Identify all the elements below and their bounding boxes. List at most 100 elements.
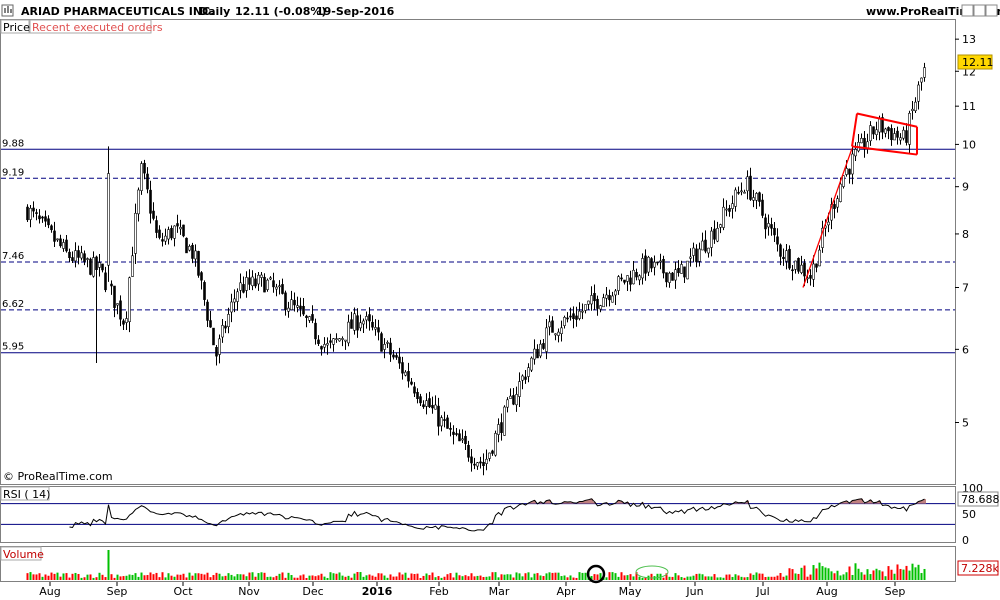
candle-body (197, 251, 200, 276)
volume-bar (725, 574, 728, 580)
candle-body (170, 227, 173, 239)
volume-bar (872, 570, 875, 580)
candle-body (176, 223, 179, 227)
candle[interactable] (338, 337, 341, 342)
level-label: 9.19 (2, 167, 24, 178)
candle-body (740, 190, 743, 193)
candle[interactable] (671, 272, 674, 281)
volume-bar (416, 573, 419, 580)
candle[interactable] (212, 327, 215, 346)
candle[interactable] (26, 204, 29, 222)
volume-bar (575, 577, 578, 580)
candle[interactable] (89, 257, 92, 276)
volume-bar (728, 574, 731, 580)
volume-bar (425, 573, 428, 580)
candle-body (200, 272, 203, 281)
candle[interactable] (788, 245, 791, 270)
candle-body (497, 424, 500, 435)
candle-body (185, 237, 188, 254)
candle[interactable] (380, 331, 383, 352)
volume-bar (890, 569, 893, 580)
volume-bar (476, 575, 479, 580)
volume-bar (167, 573, 170, 580)
volume-bar (314, 576, 317, 580)
recent-orders-label[interactable]: Recent executed orders (32, 21, 163, 34)
candle[interactable] (182, 224, 185, 238)
volume-bar (86, 574, 89, 580)
level-label: 7.46 (2, 251, 24, 262)
candle-body (800, 264, 803, 273)
volume-bar (593, 574, 596, 580)
candle[interactable] (197, 250, 200, 278)
candle-body (128, 277, 131, 322)
candle[interactable] (842, 175, 845, 189)
candle-body (278, 285, 281, 288)
candle-body (893, 133, 896, 141)
level-label: 5.95 (2, 342, 24, 353)
candle-body (704, 239, 707, 252)
volume-bar (539, 575, 542, 580)
candle-body (614, 290, 617, 296)
price-tick-label: 7 (962, 282, 969, 295)
candle-body (212, 327, 215, 346)
candle-body (401, 362, 404, 374)
volume-bar (353, 573, 356, 580)
candle-body (383, 344, 386, 350)
volume-bar (305, 577, 308, 580)
volume-bar (611, 572, 614, 580)
time-tick-label: Apr (556, 585, 576, 598)
candle-body (455, 433, 458, 435)
candle-body (905, 130, 908, 143)
volume-bar (458, 575, 461, 580)
candle-body (215, 347, 218, 357)
candle-body (161, 239, 164, 242)
volume-bar (341, 575, 344, 580)
candle-body (794, 260, 797, 270)
candle-body (476, 462, 479, 467)
volume-bar (848, 566, 851, 580)
candle-body (230, 301, 233, 313)
window-controls[interactable] (961, 4, 998, 17)
volume-bar (197, 573, 200, 580)
volume-bar (347, 575, 350, 580)
volume-bar (68, 577, 71, 580)
close-icon[interactable] (985, 4, 998, 17)
maximize-icon[interactable] (973, 4, 986, 17)
volume-bar (668, 576, 671, 580)
candle-body (488, 452, 491, 459)
candle-body (839, 183, 842, 202)
volume-bar (605, 577, 608, 580)
candle-body (869, 125, 872, 142)
candle-body (512, 395, 515, 405)
volume-bar (671, 576, 674, 580)
candle-body (302, 306, 305, 315)
volume-bar (29, 572, 32, 580)
volume-bar (176, 574, 179, 580)
minimize-icon[interactable] (961, 4, 974, 17)
candle-body (809, 275, 812, 279)
candle[interactable] (140, 161, 143, 195)
candle-body (359, 322, 362, 329)
volume-bar (143, 575, 146, 580)
time-tick-label: Dec (302, 585, 323, 598)
candle-body (320, 346, 323, 350)
volume-bar (230, 574, 233, 580)
candle[interactable] (266, 278, 269, 292)
volume-bar (404, 572, 407, 580)
candle[interactable] (503, 405, 506, 436)
candle-body (305, 315, 308, 319)
candle-body (902, 129, 905, 139)
candle[interactable] (530, 356, 533, 372)
candle[interactable] (185, 237, 188, 254)
volume-bar (506, 574, 509, 580)
candle-body (647, 256, 650, 273)
candle[interactable] (686, 260, 689, 280)
candle-body (107, 173, 110, 266)
volume-bar (755, 572, 758, 580)
candle[interactable] (494, 430, 497, 457)
volume-bar (359, 572, 362, 580)
candle[interactable] (797, 257, 800, 274)
volume-bar (734, 574, 737, 580)
time-tick-label: Sep (107, 585, 128, 598)
candle-body (470, 456, 473, 464)
